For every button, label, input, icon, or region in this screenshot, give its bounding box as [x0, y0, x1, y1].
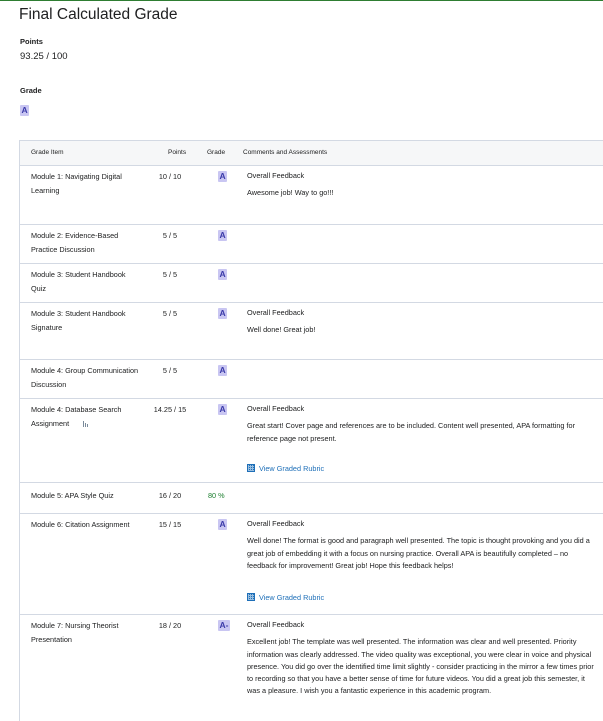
points-label: Points — [20, 37, 43, 46]
grade-item-grade: A- — [218, 619, 230, 633]
top-accent-line — [0, 0, 603, 1]
grade-item-grade: A — [218, 268, 228, 282]
grade-label: Grade — [20, 86, 42, 95]
view-graded-rubric-link[interactable]: View Graded Rubric — [247, 464, 324, 473]
comments-cell: Overall Feedback Great start! Cover page… — [247, 403, 597, 445]
grade-item-points: 15 / 15 — [158, 520, 182, 529]
feedback-text: Great start! Cover page and references a… — [247, 421, 576, 443]
grade-symbol: A — [218, 230, 228, 241]
grade-item-grade: 80 % — [208, 489, 225, 503]
grade-item-points: 16 / 20 — [158, 491, 182, 500]
page-title: Final Calculated Grade — [19, 6, 178, 23]
rubric-link-label: View Graded Rubric — [259, 464, 325, 473]
grade-item-points: 18 / 20 — [158, 621, 182, 630]
table-row: Module 4: Group Communication Discussion… — [20, 360, 603, 399]
table-row: Module 7: Nursing Theorist Presentation … — [20, 615, 603, 721]
final-grade-value: A — [20, 105, 30, 116]
final-grade-symbol: A — [20, 100, 30, 118]
feedback-title: Overall Feedback — [247, 308, 305, 317]
grade-item-grade: A — [218, 403, 228, 417]
table-row: Module 6: Citation Assignment 15 / 15 A … — [20, 514, 603, 615]
table-row: Module 4: Database Search Assignment 14.… — [20, 399, 603, 483]
grade-item-points: 5 / 5 — [162, 309, 178, 318]
grade-item-points: 5 / 5 — [162, 270, 178, 279]
rubric-icon — [247, 593, 255, 601]
comments-cell: Overall Feedback Well done! Great job! — [247, 307, 597, 337]
feedback-title: Overall Feedback — [247, 620, 305, 629]
grade-symbol: A- — [218, 620, 230, 631]
grades-table: Grade Item Points Grade Comments and Ass… — [19, 140, 603, 721]
table-row: Module 2: Evidence-Based Practice Discus… — [20, 225, 603, 264]
rubric-link-label: View Graded Rubric — [259, 593, 325, 602]
grade-item-grade: A — [218, 170, 228, 184]
grade-item-points: 14.25 / 15 — [153, 405, 187, 414]
statistics-icon[interactable] — [83, 418, 89, 432]
rubric-icon — [247, 464, 255, 472]
feedback-text: Well done! Great job! — [247, 325, 316, 335]
grade-item-label: Module 4: Database Search Assignment — [31, 405, 122, 428]
feedback-title: Overall Feedback — [247, 404, 305, 413]
grade-symbol: A — [218, 308, 228, 319]
grade-item-points: 5 / 5 — [162, 231, 178, 240]
table-header-row: Grade Item Points Grade Comments and Ass… — [20, 141, 603, 166]
points-value: 93.25 / 100 — [20, 51, 68, 62]
table-row: Module 3: Student Handbook Quiz 5 / 5 A — [20, 264, 603, 303]
comments-cell: Overall Feedback Awesome job! Way to go!… — [247, 170, 597, 200]
view-graded-rubric-link[interactable]: View Graded Rubric — [247, 593, 324, 602]
grade-item-grade: A — [218, 364, 228, 378]
grade-item-grade: A — [218, 229, 228, 243]
feedback-title: Overall Feedback — [247, 171, 305, 180]
table-row: Module 3: Student Handbook Signature 5 /… — [20, 303, 603, 360]
header-grade: Grade — [207, 149, 226, 156]
grade-symbol: A — [218, 365, 228, 376]
comments-cell: Overall Feedback Excellent job! The temp… — [247, 619, 597, 698]
grade-percentage: 80 % — [208, 491, 225, 500]
grade-symbol: A — [218, 269, 228, 280]
header-grade-item: Grade Item — [31, 149, 64, 156]
grade-symbol: A — [218, 171, 228, 182]
grade-item-points: 10 / 10 — [158, 172, 182, 181]
grade-symbol: A — [218, 519, 228, 530]
grade-item-grade: A — [218, 307, 228, 321]
table-row: Module 5: APA Style Quiz 16 / 20 80 % — [20, 483, 603, 514]
feedback-title: Overall Feedback — [247, 519, 305, 528]
header-comments: Comments and Assessments — [243, 149, 328, 156]
feedback-text: Excellent job! The template was well pre… — [247, 637, 594, 696]
feedback-text: Well done! The format is good and paragr… — [247, 536, 590, 570]
header-points: Points — [168, 149, 187, 156]
grade-item-points: 5 / 5 — [162, 366, 178, 375]
grade-item-grade: A — [218, 518, 228, 532]
grade-symbol: A — [218, 404, 228, 415]
feedback-text: Awesome job! Way to go!!! — [247, 188, 334, 198]
table-row: Module 1: Navigating Digital Learning 10… — [20, 166, 603, 225]
comments-cell: Overall Feedback Well done! The format i… — [247, 518, 597, 572]
